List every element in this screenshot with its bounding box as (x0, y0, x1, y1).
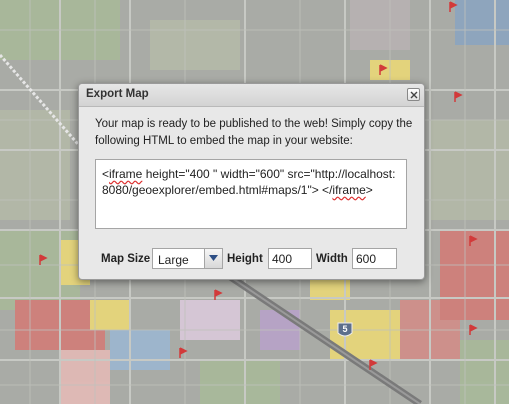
close-button[interactable] (407, 88, 420, 101)
embed-prefix: < (102, 167, 110, 181)
width-label: Width (316, 253, 348, 265)
height-label: Height (227, 253, 263, 265)
dropdown-trigger[interactable] (204, 249, 222, 268)
width-input[interactable] (352, 248, 397, 269)
map-size-value: Large (158, 253, 189, 267)
size-controls: Map Size Large Height Width (101, 248, 411, 270)
chevron-down-icon (209, 255, 218, 261)
export-map-dialog: Export Map Your map is ready to be publi… (78, 83, 425, 280)
export-message: Your map is ready to be published to the… (95, 118, 413, 147)
highway-shield-icon: 5 (337, 322, 353, 337)
embed-tag-open: iframe (109, 167, 143, 181)
embed-tag-close: iframe (332, 183, 366, 197)
map-size-select[interactable]: Large (152, 248, 223, 269)
embed-suffix: > (365, 183, 373, 197)
dialog-title: Export Map (86, 88, 149, 100)
map-size-label: Map Size (101, 253, 151, 265)
embed-code-textarea[interactable]: <iframe height="400 " width="600" src="h… (95, 159, 407, 229)
svg-text:5: 5 (342, 324, 347, 334)
dialog-titlebar[interactable]: Export Map (79, 84, 424, 107)
height-input[interactable] (268, 248, 312, 269)
close-icon (410, 91, 418, 99)
